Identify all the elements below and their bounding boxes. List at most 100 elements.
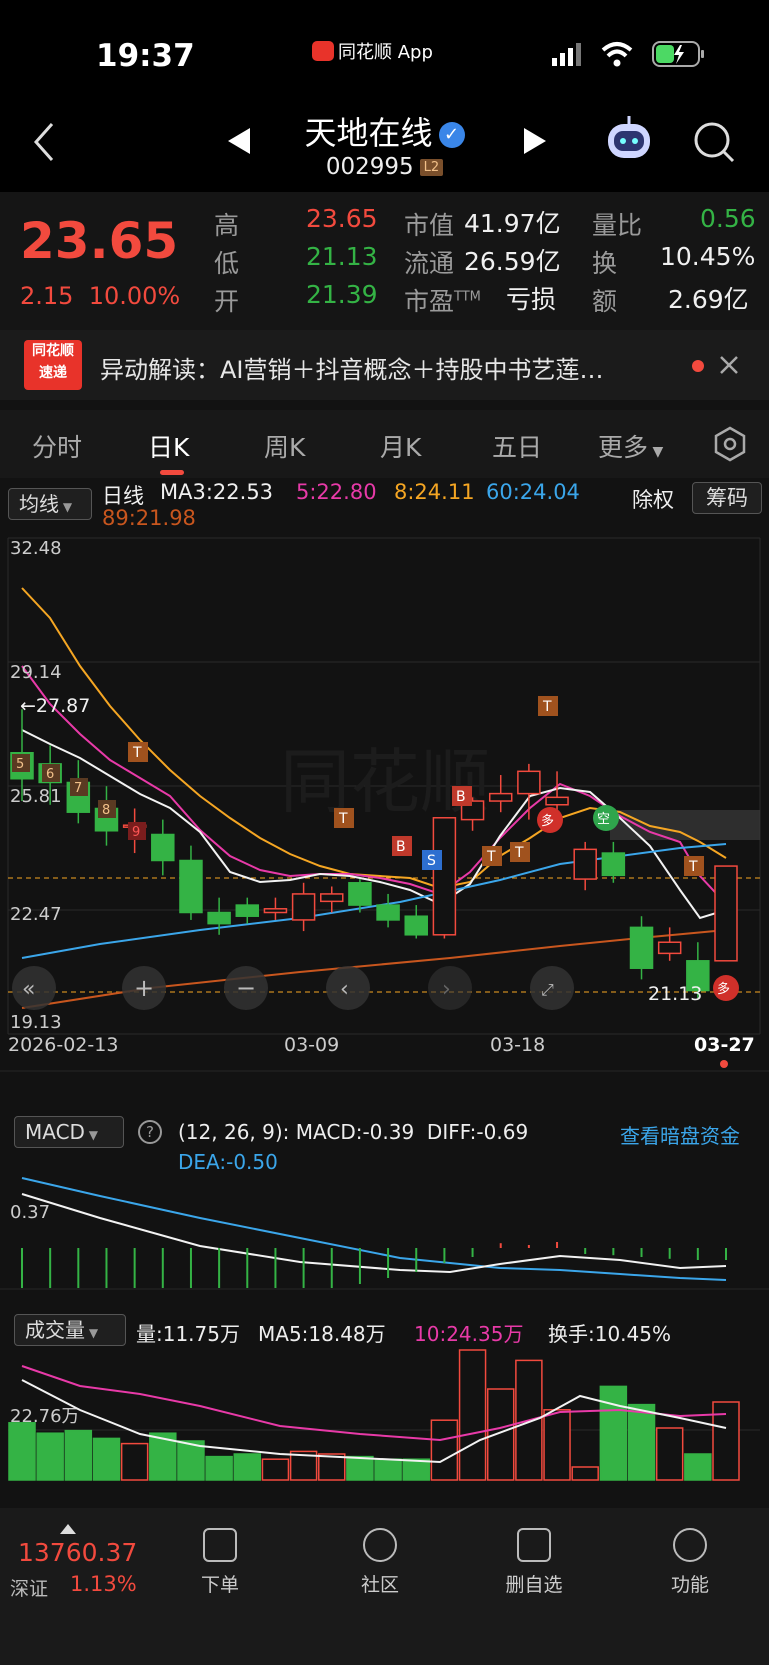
amount-label: 额	[592, 287, 618, 316]
robot-assistant-icon[interactable]	[604, 114, 654, 164]
battery-icon	[652, 40, 706, 68]
tab-week-k[interactable]: 周K	[264, 428, 305, 464]
watermark: 同花顺	[280, 741, 490, 823]
news-text[interactable]: 异动解读：AI营销＋抖音概念＋持股中书艺莲…	[100, 350, 660, 385]
candle-body	[714, 865, 738, 962]
volume-ma10: 10:24.35万	[414, 1322, 524, 1346]
t-marker: T	[542, 699, 552, 715]
adjust-button[interactable]: 除权	[632, 484, 674, 514]
count-marker: 5	[16, 757, 24, 772]
close-icon[interactable]	[718, 354, 740, 376]
t-marker: T	[486, 849, 496, 865]
candle-body	[488, 792, 513, 802]
candle-body	[657, 941, 682, 955]
next-stock-icon[interactable]	[522, 126, 548, 156]
volume-select[interactable]: 成交量 ▼	[14, 1314, 126, 1346]
y-label: 29.14	[10, 662, 62, 683]
community-button[interactable]: 社区	[330, 1528, 430, 1597]
volume-bar	[571, 1466, 599, 1481]
count-marker: 7	[74, 781, 82, 796]
svg-text:«: «	[22, 977, 35, 1002]
settings-icon[interactable]	[712, 426, 748, 462]
high-label: 高	[214, 211, 240, 240]
functions-button[interactable]: 功能	[640, 1528, 740, 1597]
volume-bar	[402, 1458, 430, 1481]
index-pct: 1.13%	[70, 1572, 137, 1596]
candle-body	[291, 893, 316, 921]
volume-bar	[36, 1432, 64, 1481]
volume-bar	[233, 1453, 262, 1481]
signal-icon	[550, 42, 586, 66]
volume-bar	[92, 1437, 121, 1481]
pe-value: 亏损	[506, 285, 557, 314]
dropdown-icon: ▼	[85, 1326, 99, 1340]
candle-body	[207, 911, 231, 925]
index-value[interactable]: 13760.37	[18, 1538, 137, 1567]
verified-icon: ✓	[438, 122, 465, 148]
volume-turnover: 换手:10.45%	[548, 1322, 671, 1346]
float-value: 26.59亿	[464, 247, 561, 276]
order-button[interactable]: 下单	[170, 1528, 270, 1597]
search-icon[interactable]	[692, 120, 736, 164]
y-label-top: 32.48	[10, 538, 62, 559]
date-label-start: 2026-02-13	[8, 1034, 119, 1056]
bottom-bar: 13760.37 深证 1.13% 下单 社区 删自选 功能	[0, 1508, 769, 1665]
status-time: 19:37	[96, 38, 195, 74]
count-marker: 6	[46, 767, 54, 782]
menu-icon	[673, 1528, 707, 1562]
low-value: 21.13	[306, 242, 378, 271]
svg-text:‹: ‹	[340, 977, 349, 1002]
count-marker: 8	[102, 803, 110, 818]
t-marker: T	[514, 845, 524, 861]
news-strip[interactable]: 同花顺 速递 异动解读：AI营销＋抖音概念＋持股中书艺莲…	[0, 330, 769, 400]
volume-bar	[486, 1388, 515, 1481]
tab-underline	[160, 470, 184, 475]
open-value: 21.39	[306, 280, 378, 309]
volume-bar	[120, 1442, 149, 1481]
tab-five-day[interactable]: 五日	[492, 428, 542, 464]
volume-bar	[684, 1453, 712, 1481]
amount-value: 2.69亿	[668, 285, 749, 314]
volume-bar	[8, 1422, 36, 1481]
high-value: 23.65	[306, 204, 378, 233]
tab-day-k[interactable]: 日K	[148, 428, 189, 464]
dropdown-icon: ▼	[648, 444, 664, 460]
tab-month-k[interactable]: 月K	[380, 428, 421, 464]
volume-bar	[261, 1458, 290, 1481]
dropdown-icon: ▼	[59, 500, 73, 514]
status-bar: 19:37 同花顺 App	[0, 0, 769, 100]
candle-body	[573, 848, 597, 880]
pe-label: 市盈TTM	[404, 287, 481, 316]
candle-body	[629, 926, 654, 969]
candle-body	[517, 770, 541, 795]
svg-text:›: ›	[442, 977, 451, 1002]
wifi-icon	[600, 40, 634, 68]
quote-panel: 23.65 2.15 10.00% 高 23.65 低 21.13 开 21.3…	[0, 192, 769, 330]
tab-more[interactable]: 更多 ▼	[598, 428, 663, 464]
volume-bar	[374, 1458, 402, 1481]
ma5-label: 5:22.80	[296, 480, 377, 504]
volume-bar	[205, 1455, 233, 1481]
document-icon	[203, 1528, 237, 1562]
ma3-label: MA3:22.53	[160, 480, 274, 504]
remove-watchlist-button[interactable]: 删自选	[484, 1528, 584, 1597]
index-name: 深证	[10, 1578, 49, 1600]
volume-bar	[627, 1403, 656, 1481]
tab-fenshi[interactable]: 分时	[32, 428, 82, 464]
b-marker: B	[456, 789, 466, 805]
macd-chart	[21, 1177, 727, 1288]
volume-bar	[64, 1429, 93, 1481]
y-label: 22.47	[10, 904, 62, 925]
candle-body	[151, 833, 175, 862]
float-label: 流通	[404, 249, 455, 278]
candle-body	[263, 908, 288, 914]
candle-body	[348, 882, 372, 906]
indicator-select[interactable]: 均线 ▼	[8, 488, 92, 520]
chip-button[interactable]: 筹码	[692, 482, 762, 514]
kline-chart[interactable]: 同花顺 T T B S B T T T T 多 空 多 5 6 7 8 9 32…	[0, 526, 769, 1036]
svg-text:−: −	[236, 974, 256, 1002]
open-label: 开	[214, 287, 240, 316]
candle-body	[179, 859, 203, 914]
volume-bar	[655, 1427, 684, 1481]
max-price-mark: ←27.87	[20, 695, 90, 717]
